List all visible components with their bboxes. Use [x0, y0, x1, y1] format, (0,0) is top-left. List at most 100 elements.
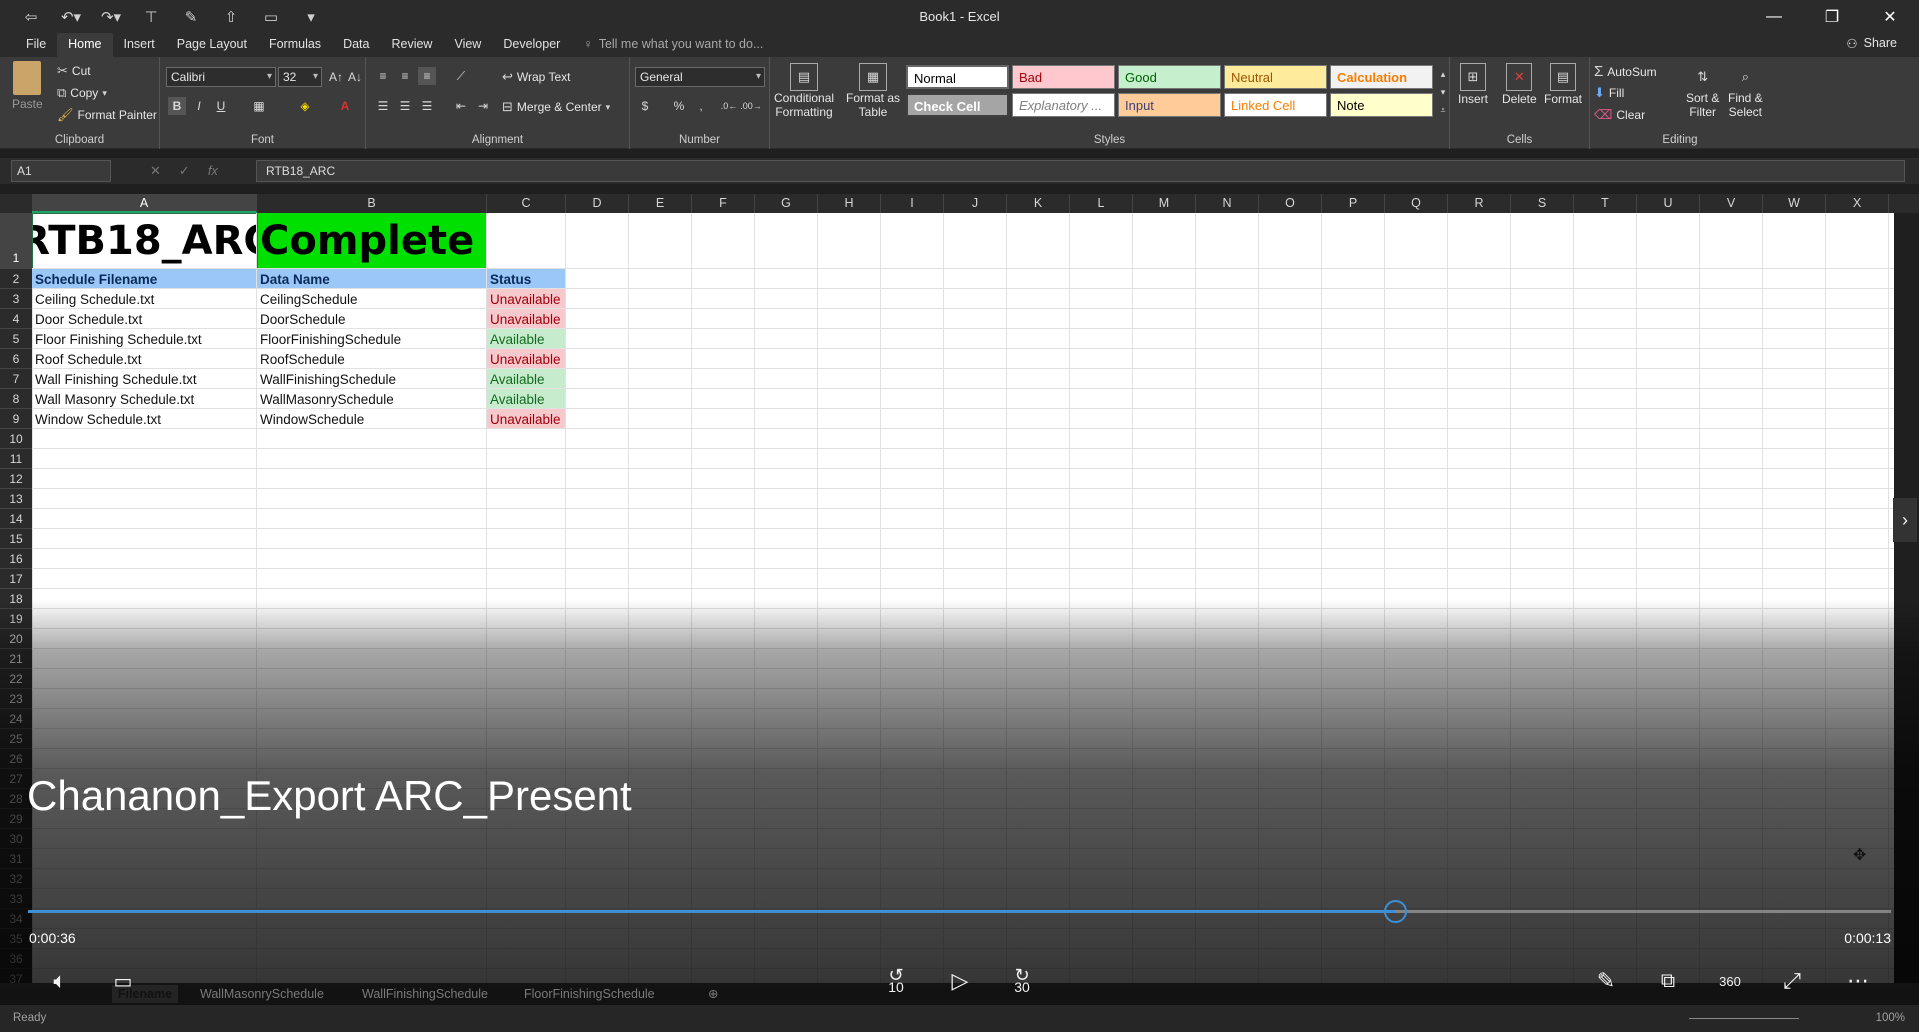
column-header-p[interactable]: P — [1322, 194, 1385, 213]
row-header-9[interactable]: 9 — [0, 409, 32, 429]
column-header-g[interactable]: G — [755, 194, 818, 213]
conditional-formatting-button[interactable]: ▤ Conditional Formatting — [774, 63, 834, 119]
column-header-v[interactable]: V — [1700, 194, 1763, 213]
cell-status[interactable]: Available — [487, 329, 566, 349]
fill-button[interactable]: ⬇ Fill — [1594, 85, 1624, 101]
cell-a1[interactable]: RTB18_ARC — [32, 213, 257, 269]
cell-data-name[interactable]: RoofSchedule — [257, 349, 487, 369]
cell-status[interactable]: Available — [487, 369, 566, 389]
zoom-level[interactable]: 100% — [1876, 1012, 1905, 1024]
enter-icon[interactable]: ✓ — [179, 163, 190, 179]
style-good[interactable]: Good — [1118, 65, 1221, 89]
merge-center-button[interactable]: ⊟ Merge & Center ▾ — [502, 99, 610, 115]
mini-view-icon[interactable]: ⧉ — [1648, 963, 1688, 999]
style-explanatory[interactable]: Explanatory ... — [1012, 93, 1115, 117]
column-header-l[interactable]: L — [1070, 194, 1133, 213]
italic-button[interactable]: I — [190, 97, 208, 115]
row-header-1[interactable]: 1 — [0, 213, 32, 269]
decrease-indent-icon[interactable]: ⇤ — [452, 97, 470, 115]
redo-icon[interactable]: ↷▾ — [98, 6, 124, 28]
upload-icon[interactable]: ⇧ — [218, 6, 244, 28]
row-header-4[interactable]: 4 — [0, 309, 32, 329]
captions-icon[interactable]: ▭ — [104, 963, 142, 999]
tab-formulas[interactable]: Formulas — [258, 33, 332, 57]
increase-font-icon[interactable]: A↑ — [327, 68, 345, 86]
new-sheet-icon[interactable]: ⊕ — [708, 985, 718, 1003]
wrap-text-button[interactable]: ↩ Wrap Text — [502, 69, 570, 85]
style-input[interactable]: Input — [1118, 93, 1221, 117]
style-normal[interactable]: Normal — [906, 65, 1009, 89]
zoom-slider[interactable] — [1689, 1018, 1799, 1019]
back-icon[interactable]: ⇦ — [18, 6, 44, 28]
cell-filename[interactable]: Window Schedule.txt — [32, 409, 257, 429]
row-header-23[interactable]: 23 — [0, 689, 32, 709]
column-header-n[interactable]: N — [1196, 194, 1259, 213]
column-header-s[interactable]: S — [1511, 194, 1574, 213]
skip-back-button[interactable]: ↺ 10 — [876, 963, 916, 999]
row-header-13[interactable]: 13 — [0, 489, 32, 509]
underline-button[interactable]: U — [212, 97, 230, 115]
vr-360-button[interactable]: 360 — [1710, 963, 1750, 999]
tree-icon[interactable]: ⊤ — [138, 6, 164, 28]
style-neutral[interactable]: Neutral — [1224, 65, 1327, 89]
orientation-icon[interactable]: ⟋ — [452, 67, 470, 85]
cut-button[interactable]: ✂ Cut — [57, 63, 91, 79]
more-options-icon[interactable]: ⋯ — [1838, 963, 1878, 999]
format-button[interactable]: ▤ Format — [1544, 63, 1582, 106]
style-check-cell[interactable]: Check Cell — [906, 93, 1009, 117]
font-name-dropdown[interactable]: Calibri — [166, 67, 276, 87]
cell-status[interactable]: Available — [487, 389, 566, 409]
column-header-m[interactable]: M — [1133, 194, 1196, 213]
row-header-2[interactable]: 2 — [0, 269, 32, 289]
tab-review[interactable]: Review — [380, 33, 443, 57]
formula-input[interactable]: RTB18_ARC — [256, 160, 1905, 182]
increase-decimal-icon[interactable]: .0← — [720, 97, 738, 115]
copy-button[interactable]: ⧉ Copy ▾ — [57, 85, 107, 101]
row-header-26[interactable]: 26 — [0, 749, 32, 769]
font-size-dropdown[interactable]: 32 — [278, 67, 322, 87]
fill-color-icon[interactable]: ◈ — [296, 97, 314, 115]
align-top-icon[interactable]: ≡ — [374, 67, 392, 85]
decrease-decimal-icon[interactable]: .00→ — [740, 97, 762, 115]
row-header-11[interactable]: 11 — [0, 449, 32, 469]
style-calculation[interactable]: Calculation — [1330, 65, 1433, 89]
delete-button[interactable]: ✕ Delete — [1502, 63, 1537, 106]
cell-data-name[interactable]: CeilingSchedule — [257, 289, 487, 309]
number-format-dropdown[interactable]: General — [635, 67, 765, 87]
row-header-36[interactable]: 36 — [0, 949, 32, 969]
keyboard-icon[interactable]: ▭ — [258, 6, 284, 28]
row-header-31[interactable]: 31 — [0, 849, 32, 869]
row-header-5[interactable]: 5 — [0, 329, 32, 349]
row-header-21[interactable]: 21 — [0, 649, 32, 669]
worksheet-grid[interactable]: RTB18_ARC Complete !! Schedule Filename … — [32, 213, 1894, 983]
borders-icon[interactable]: ▦ — [250, 97, 268, 115]
increase-indent-icon[interactable]: ⇥ — [474, 97, 492, 115]
currency-button[interactable]: $ — [636, 97, 654, 115]
row-header-19[interactable]: 19 — [0, 609, 32, 629]
row-header-17[interactable]: 17 — [0, 569, 32, 589]
column-header-f[interactable]: F — [692, 194, 755, 213]
row-header-30[interactable]: 30 — [0, 829, 32, 849]
style-linked-cell[interactable]: Linked Cell — [1224, 93, 1327, 117]
header-data-name[interactable]: Data Name — [257, 269, 487, 289]
column-header-t[interactable]: T — [1574, 194, 1637, 213]
tab-file[interactable]: File — [0, 33, 57, 57]
cell-filename[interactable]: Door Schedule.txt — [32, 309, 257, 329]
column-header-b[interactable]: B — [257, 194, 487, 213]
align-left-icon[interactable]: ☰ — [374, 97, 392, 115]
clear-button[interactable]: ⌫ Clear — [1594, 107, 1645, 123]
tab-insert[interactable]: Insert — [113, 33, 166, 57]
sort-filter-button[interactable]: ⇅ Sort & Filter — [1686, 63, 1719, 120]
tab-view[interactable]: View — [443, 33, 492, 57]
row-header-6[interactable]: 6 — [0, 349, 32, 369]
align-bottom-icon[interactable]: ≡ — [418, 67, 436, 85]
row-header-33[interactable]: 33 — [0, 889, 32, 909]
format-painter-button[interactable]: 🖌 Format Painter — [57, 107, 157, 123]
tell-me-box[interactable]: ♀ Tell me what you want to do... — [583, 33, 763, 57]
cell-status[interactable]: Unavailable — [487, 409, 566, 429]
column-header-e[interactable]: E — [629, 194, 692, 213]
row-header-8[interactable]: 8 — [0, 389, 32, 409]
pin-icon[interactable]: ✎ — [178, 6, 204, 28]
align-right-icon[interactable]: ☰ — [418, 97, 436, 115]
bold-button[interactable]: B — [168, 97, 186, 115]
